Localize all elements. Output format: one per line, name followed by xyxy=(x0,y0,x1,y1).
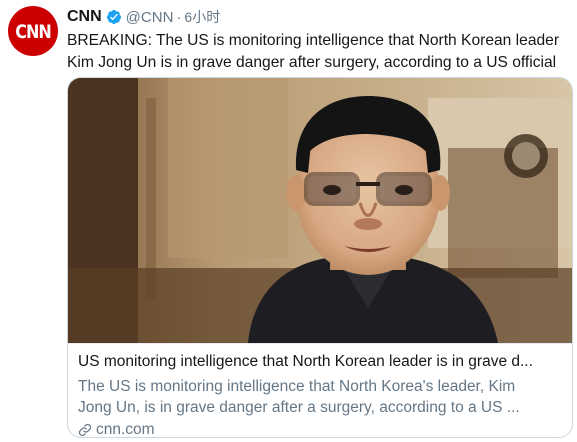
avatar[interactable]: CNN xyxy=(8,6,58,56)
card-body[interactable]: US monitoring intelligence that North Ko… xyxy=(68,343,572,437)
cnn-logo: CNN xyxy=(15,20,52,42)
display-name[interactable]: CNN xyxy=(67,8,102,26)
card-title[interactable]: US monitoring intelligence that North Ko… xyxy=(78,352,562,372)
card-domain[interactable]: cnn.com xyxy=(78,420,562,437)
card-description-line: The US is monitoring intelligence that N… xyxy=(78,378,516,395)
tweet-text-line: BREAKING: The US is monitoring intellige… xyxy=(67,32,560,49)
handle[interactable]: @CNN xyxy=(126,9,174,26)
card-image[interactable] xyxy=(68,78,572,343)
card-description-line: Jong Un, is in grave danger after a surg… xyxy=(78,399,520,416)
verified-badge-icon xyxy=(106,9,122,25)
card-description: The US is monitoring intelligence that N… xyxy=(78,376,562,418)
timestamp[interactable]: 6小时 xyxy=(184,7,220,27)
card-domain-text[interactable]: cnn.com xyxy=(96,420,155,437)
tweet-text-line: Kim Jong Un is in grave danger after sur… xyxy=(67,54,557,71)
separator-dot: · xyxy=(176,8,182,26)
tweet[interactable]: CNN CNN @CNN · 6小时 BREAKING: The US is m… xyxy=(0,0,577,442)
link-card[interactable]: US monitoring intelligence that North Ko… xyxy=(67,77,573,438)
tweet-text: BREAKING: The US is monitoring intellige… xyxy=(67,30,573,74)
link-icon xyxy=(78,423,92,437)
tweet-header: CNN @CNN · 6小时 xyxy=(67,6,220,28)
